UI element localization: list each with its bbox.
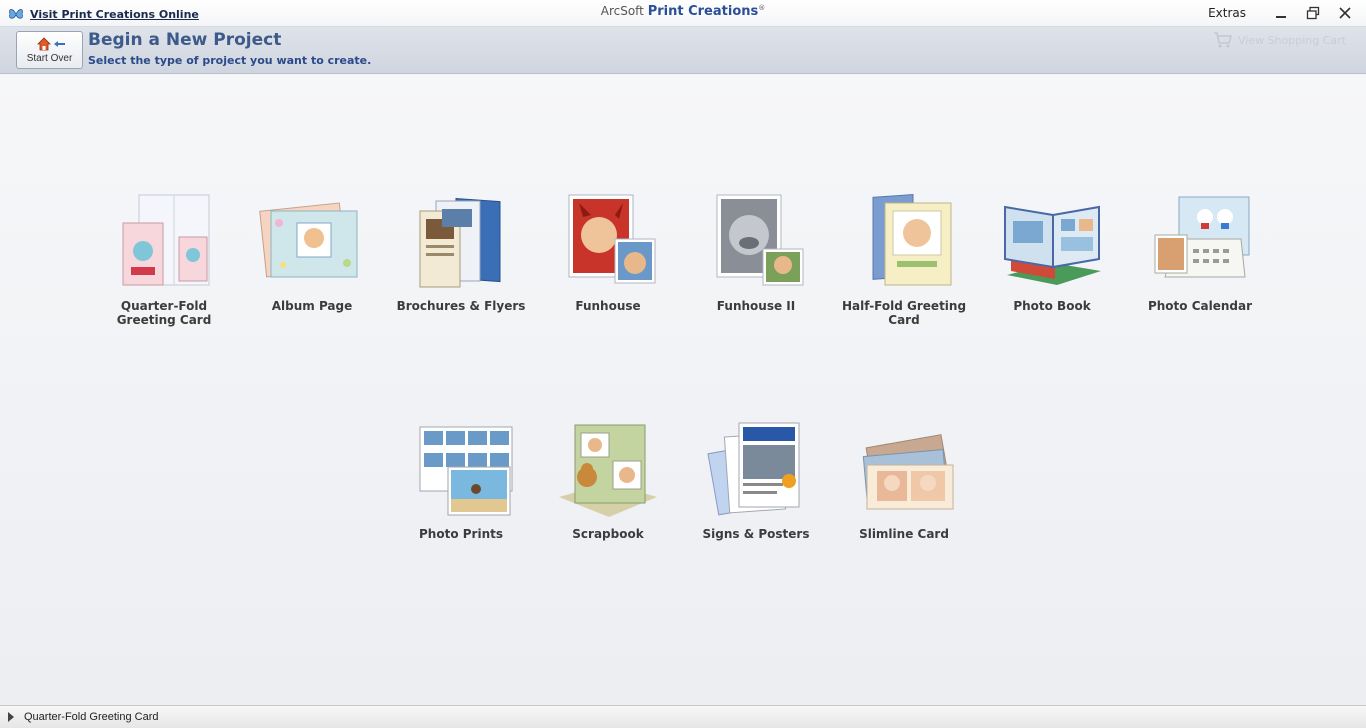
photo-prints-icon	[419, 426, 513, 516]
project-signs-posters[interactable]: Signs & Posters	[682, 421, 830, 581]
header-band: Start Over Begin a New Project Select th…	[0, 27, 1366, 74]
photo-calendar-icon	[1154, 196, 1250, 278]
project-label: Photo Book	[1013, 299, 1091, 313]
album-page-icon	[259, 202, 358, 278]
project-label: Slimline Card	[859, 527, 949, 541]
project-label: Funhouse II	[716, 299, 796, 313]
minimize-button[interactable]	[1270, 3, 1292, 23]
project-gallery: Quarter-Fold Greeting Card Album Page Br…	[0, 75, 1366, 705]
photo-book-icon	[1004, 205, 1101, 285]
half-fold-card-icon	[872, 193, 952, 286]
signs-posters-icon	[707, 422, 800, 516]
scrapbook-icon	[559, 424, 657, 517]
minimize-icon	[1276, 16, 1286, 18]
project-label: Scrapbook	[572, 527, 644, 541]
project-label: Funhouse	[575, 299, 641, 313]
quarter-fold-card-icon	[122, 194, 210, 286]
project-photo-calendar[interactable]: Photo Calendar	[1126, 193, 1274, 353]
project-funhouse-ii[interactable]: Funhouse II	[682, 193, 830, 353]
expand-arrow-icon[interactable]	[8, 712, 14, 722]
extras-menu[interactable]: Extras	[1208, 6, 1246, 20]
view-cart-label: View Shopping Cart	[1237, 33, 1346, 47]
restore-icon	[1306, 6, 1320, 20]
page-title: Begin a New Project	[88, 30, 282, 50]
project-label: Quarter-Fold Greeting Card	[116, 299, 212, 327]
project-scrapbook[interactable]: Scrapbook	[534, 421, 682, 581]
start-over-label: Start Over	[26, 53, 73, 64]
project-label: Photo Calendar	[1147, 299, 1253, 313]
project-label: Photo Prints	[419, 527, 503, 541]
restore-button[interactable]	[1302, 3, 1324, 23]
title-bar: Visit Print Creations Online ArcSoft Pri…	[0, 0, 1366, 27]
brand-mark: ®	[758, 4, 766, 12]
project-album-page[interactable]: Album Page	[238, 193, 386, 353]
start-over-button[interactable]: Start Over	[16, 31, 83, 69]
project-label: Signs & Posters	[702, 527, 810, 541]
status-bar: Quarter-Fold Greeting Card	[0, 705, 1366, 728]
page-subtitle: Select the type of project you want to c…	[88, 54, 372, 67]
project-slimline-card[interactable]: Slimline Card	[830, 421, 978, 581]
shopping-cart-icon	[1213, 32, 1232, 48]
project-label: Album Page	[271, 299, 353, 313]
app-title: ArcSoft Print Creations®	[0, 4, 1366, 19]
project-photo-book[interactable]: Photo Book	[978, 193, 1126, 353]
project-half-fold-greeting-card[interactable]: Half-Fold Greeting Card	[830, 193, 978, 353]
slimline-card-icon	[862, 434, 954, 510]
project-photo-prints[interactable]: Photo Prints	[387, 421, 535, 581]
project-label: Half-Fold Greeting Card	[841, 299, 967, 327]
project-label: Brochures & Flyers	[396, 299, 526, 313]
project-quarter-fold-greeting-card[interactable]: Quarter-Fold Greeting Card	[90, 193, 238, 353]
status-text: Quarter-Fold Greeting Card	[24, 711, 159, 723]
home-back-icon	[36, 37, 65, 51]
close-button[interactable]	[1334, 3, 1356, 23]
view-cart-link[interactable]: View Shopping Cart	[1213, 31, 1346, 49]
close-icon	[1339, 7, 1351, 19]
project-funhouse[interactable]: Funhouse	[534, 193, 682, 353]
funhouse-icon	[568, 194, 656, 284]
brand-name: Print Creations	[647, 4, 759, 19]
project-brochures-flyers[interactable]: Brochures & Flyers	[387, 193, 535, 353]
brochure-icon	[419, 197, 501, 288]
brand-prefix: ArcSoft	[600, 4, 644, 18]
funhouse-ii-icon	[716, 194, 804, 286]
